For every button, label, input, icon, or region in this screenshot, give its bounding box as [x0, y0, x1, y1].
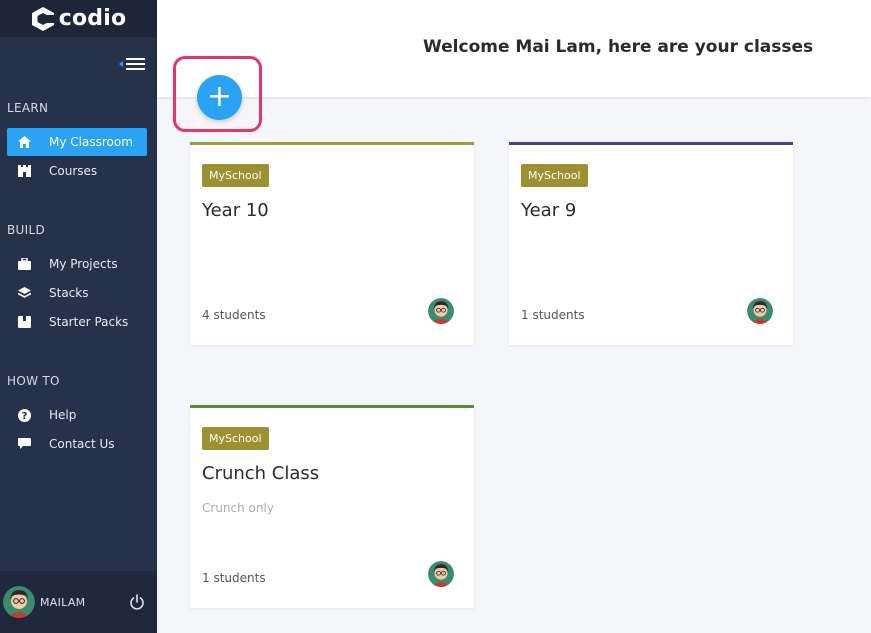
- package-icon: [17, 315, 31, 329]
- school-badge: MySchool: [202, 164, 269, 187]
- layers-icon: [17, 286, 31, 300]
- sidebar-item-label: My Classroom: [49, 135, 133, 149]
- sidebar: codio LEARN My Classroom Courses BUILD M…: [0, 0, 157, 633]
- avatar: [428, 298, 454, 324]
- student-count: 1 students: [202, 571, 266, 585]
- sidebar-item-label: My Projects: [49, 257, 118, 271]
- section-title-how-to: HOW TO: [7, 374, 60, 388]
- svg-text:?: ?: [21, 411, 27, 422]
- sidebar-item-label: Courses: [49, 164, 98, 178]
- student-count: 1 students: [521, 308, 585, 322]
- question-icon: ?: [17, 408, 31, 422]
- sidebar-item-label: Help: [49, 408, 77, 422]
- class-title: Year 10: [202, 200, 269, 221]
- sidebar-item-label: Starter Packs: [49, 315, 129, 329]
- class-title: Year 9: [521, 200, 577, 221]
- class-card-year-9[interactable]: MySchool Year 9 1 students: [509, 142, 793, 345]
- class-card-year-10[interactable]: MySchool Year 10 4 students: [190, 142, 474, 345]
- avatar: [747, 298, 773, 324]
- card-accent-bar: [190, 142, 474, 145]
- collapse-menu-icon[interactable]: [119, 56, 145, 72]
- briefcase-icon: [17, 257, 31, 271]
- chat-bubble-icon: [17, 437, 31, 451]
- section-title-build: BUILD: [7, 223, 45, 237]
- school-badge: MySchool: [521, 164, 588, 187]
- section-title-learn: LEARN: [7, 101, 49, 115]
- logo-text: codio: [58, 6, 127, 31]
- sidebar-item-label: Stacks: [49, 286, 89, 300]
- avatar: [428, 561, 454, 587]
- class-card-crunch-class[interactable]: MySchool Crunch Class Crunch only 1 stud…: [190, 405, 474, 608]
- avatar[interactable]: [3, 586, 35, 618]
- school-badge: MySchool: [202, 427, 269, 450]
- user-bar: MAILAM: [0, 571, 157, 633]
- codio-logo-icon: [31, 6, 55, 31]
- sidebar-item-starter-packs[interactable]: Starter Packs: [7, 308, 147, 336]
- class-description: Crunch only: [202, 501, 274, 515]
- sidebar-item-label: Contact Us: [49, 437, 115, 451]
- card-accent-bar: [190, 405, 474, 408]
- student-count: 4 students: [202, 308, 266, 322]
- class-title: Crunch Class: [202, 463, 320, 484]
- sidebar-item-courses[interactable]: Courses: [7, 157, 147, 185]
- castle-icon: [17, 164, 31, 178]
- sidebar-item-stacks[interactable]: Stacks: [7, 279, 147, 307]
- sidebar-item-help[interactable]: ? Help: [7, 401, 147, 429]
- user-name[interactable]: MAILAM: [40, 596, 85, 609]
- home-icon: [17, 135, 31, 149]
- sidebar-item-my-classroom[interactable]: My Classroom: [7, 128, 147, 156]
- sidebar-item-my-projects[interactable]: My Projects: [7, 250, 147, 278]
- power-icon[interactable]: [129, 594, 145, 610]
- page-header: Welcome Mai Lam, here are your classes +: [157, 0, 871, 132]
- add-class-button[interactable]: +: [197, 75, 242, 120]
- page-title: Welcome Mai Lam, here are your classes: [423, 37, 814, 57]
- sidebar-item-contact-us[interactable]: Contact Us: [7, 430, 147, 458]
- card-accent-bar: [509, 142, 793, 145]
- logo[interactable]: codio: [0, 0, 157, 37]
